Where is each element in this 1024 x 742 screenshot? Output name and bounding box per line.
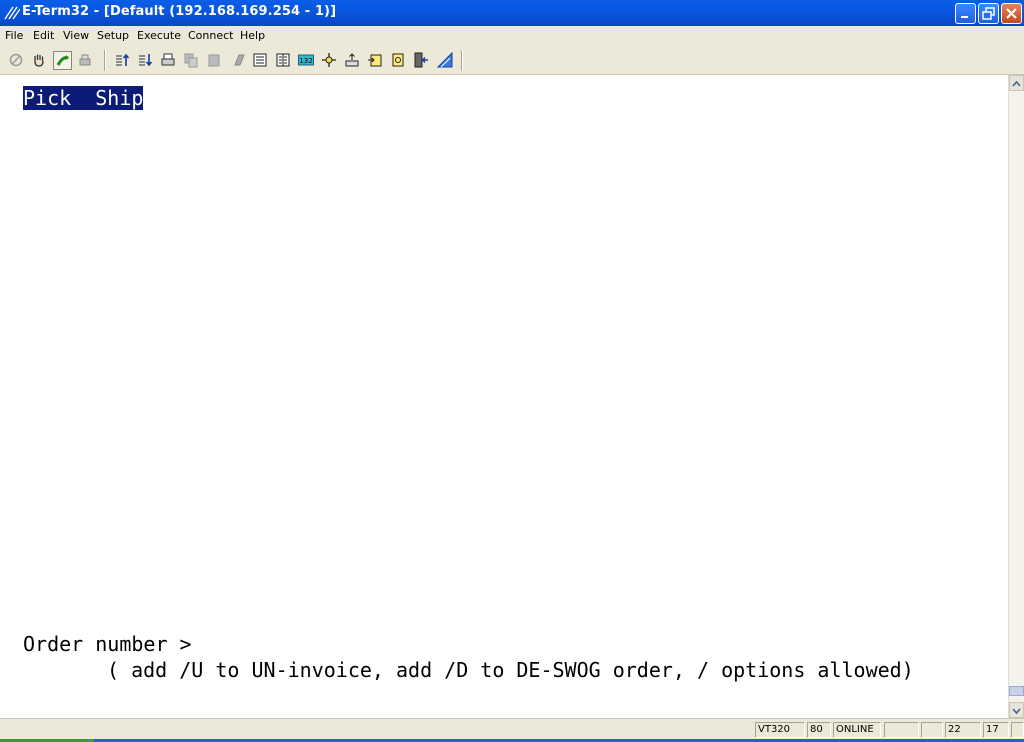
paste-icon (208, 54, 220, 67)
minimize-icon (961, 16, 968, 18)
page-icon (253, 53, 267, 67)
minimize-button[interactable] (955, 3, 976, 24)
print-button[interactable] (159, 51, 178, 70)
status-empty-1 (884, 722, 919, 738)
page-columns-button[interactable] (274, 51, 293, 70)
toolbar: 132 (0, 46, 1024, 75)
paste-button[interactable] (205, 51, 224, 70)
receive-down-button[interactable] (136, 51, 155, 70)
printer-fax-button[interactable] (76, 51, 95, 70)
132-column-icon: 132 (298, 54, 314, 66)
restore-button[interactable] (978, 3, 999, 24)
scroll-down-button[interactable] (1009, 702, 1024, 718)
order-hint-text: ( add /U to UN-invoice, add /D to DE-SWO… (107, 658, 914, 682)
connect-icon (56, 55, 69, 66)
close-button[interactable] (1001, 3, 1022, 24)
printer-fax-icon (79, 54, 91, 66)
status-row: 22 (945, 722, 981, 738)
menu-view[interactable]: View (63, 29, 89, 42)
terminal-screen[interactable]: Pick Ship Order number > ( add /U to UN-… (0, 75, 1008, 718)
status-columns: 80 (807, 722, 831, 738)
script-icon (368, 54, 382, 67)
toolbar-separator (104, 50, 106, 71)
menu-file[interactable]: File (5, 29, 23, 42)
terminal-title-line: Pick Ship (23, 86, 144, 110)
status-col: 17 (983, 722, 1009, 738)
page-columns-icon (276, 53, 290, 67)
transfer-button[interactable] (343, 51, 362, 70)
vertical-scrollbar[interactable] (1008, 75, 1024, 718)
restore-icon (982, 7, 995, 20)
capture-icon (392, 53, 404, 67)
order-number-prompt: Order number > (23, 632, 192, 656)
status-emulation: VT320 (755, 722, 805, 738)
print-icon (161, 53, 175, 66)
arrow-up-icon (1012, 80, 1021, 87)
menu-edit[interactable]: Edit (33, 29, 54, 42)
scroll-thumb[interactable] (1009, 686, 1024, 696)
status-online: ONLINE (833, 722, 881, 738)
capture-button[interactable] (389, 51, 408, 70)
menu-connect[interactable]: Connect (188, 29, 233, 42)
app-icon (4, 6, 20, 20)
erase-icon (234, 54, 245, 66)
scroll-up-button[interactable] (1009, 75, 1024, 91)
menu-help[interactable]: Help (240, 29, 265, 42)
ship-label: Ship (95, 86, 144, 110)
menu-setup[interactable]: Setup (97, 29, 129, 42)
close-icon (1006, 8, 1017, 19)
move-button[interactable] (320, 51, 339, 70)
send-up-button[interactable] (113, 51, 132, 70)
status-message-area (0, 722, 755, 738)
status-empty-3 (1011, 722, 1024, 738)
move-icon (322, 53, 336, 67)
about-icon (437, 52, 453, 68)
svg-text:132: 132 (299, 57, 312, 65)
send-up-icon (116, 53, 130, 66)
menu-execute[interactable]: Execute (137, 29, 181, 42)
hand-button[interactable] (30, 51, 49, 70)
title-bar[interactable]: E-Term32 - [Default (192.168.169.254 - 1… (0, 0, 1024, 26)
erase-button[interactable] (230, 51, 249, 70)
connect-button[interactable] (53, 51, 72, 70)
script-button[interactable] (366, 51, 385, 70)
exit-door-icon (414, 52, 428, 68)
arrow-down-icon (1012, 708, 1021, 715)
about-button[interactable] (436, 51, 455, 70)
disconnect-button[interactable] (7, 51, 26, 70)
receive-down-icon (139, 54, 153, 67)
page-button[interactable] (251, 51, 270, 70)
copy-icon (184, 53, 198, 68)
disconnect-icon (9, 53, 23, 67)
column-132-button[interactable]: 132 (297, 51, 316, 70)
menu-bar: File Edit View Setup Execute Connect Hel… (0, 26, 1024, 46)
status-empty-2 (921, 722, 943, 738)
toolbar-separator (461, 50, 463, 71)
copy-button[interactable] (182, 51, 201, 70)
window-title: E-Term32 - [Default (192.168.169.254 - 1… (22, 4, 337, 19)
exit-door-button[interactable] (412, 51, 431, 70)
pick-label: Pick (23, 86, 72, 110)
hand-icon (34, 54, 44, 67)
transfer-icon (345, 53, 359, 67)
